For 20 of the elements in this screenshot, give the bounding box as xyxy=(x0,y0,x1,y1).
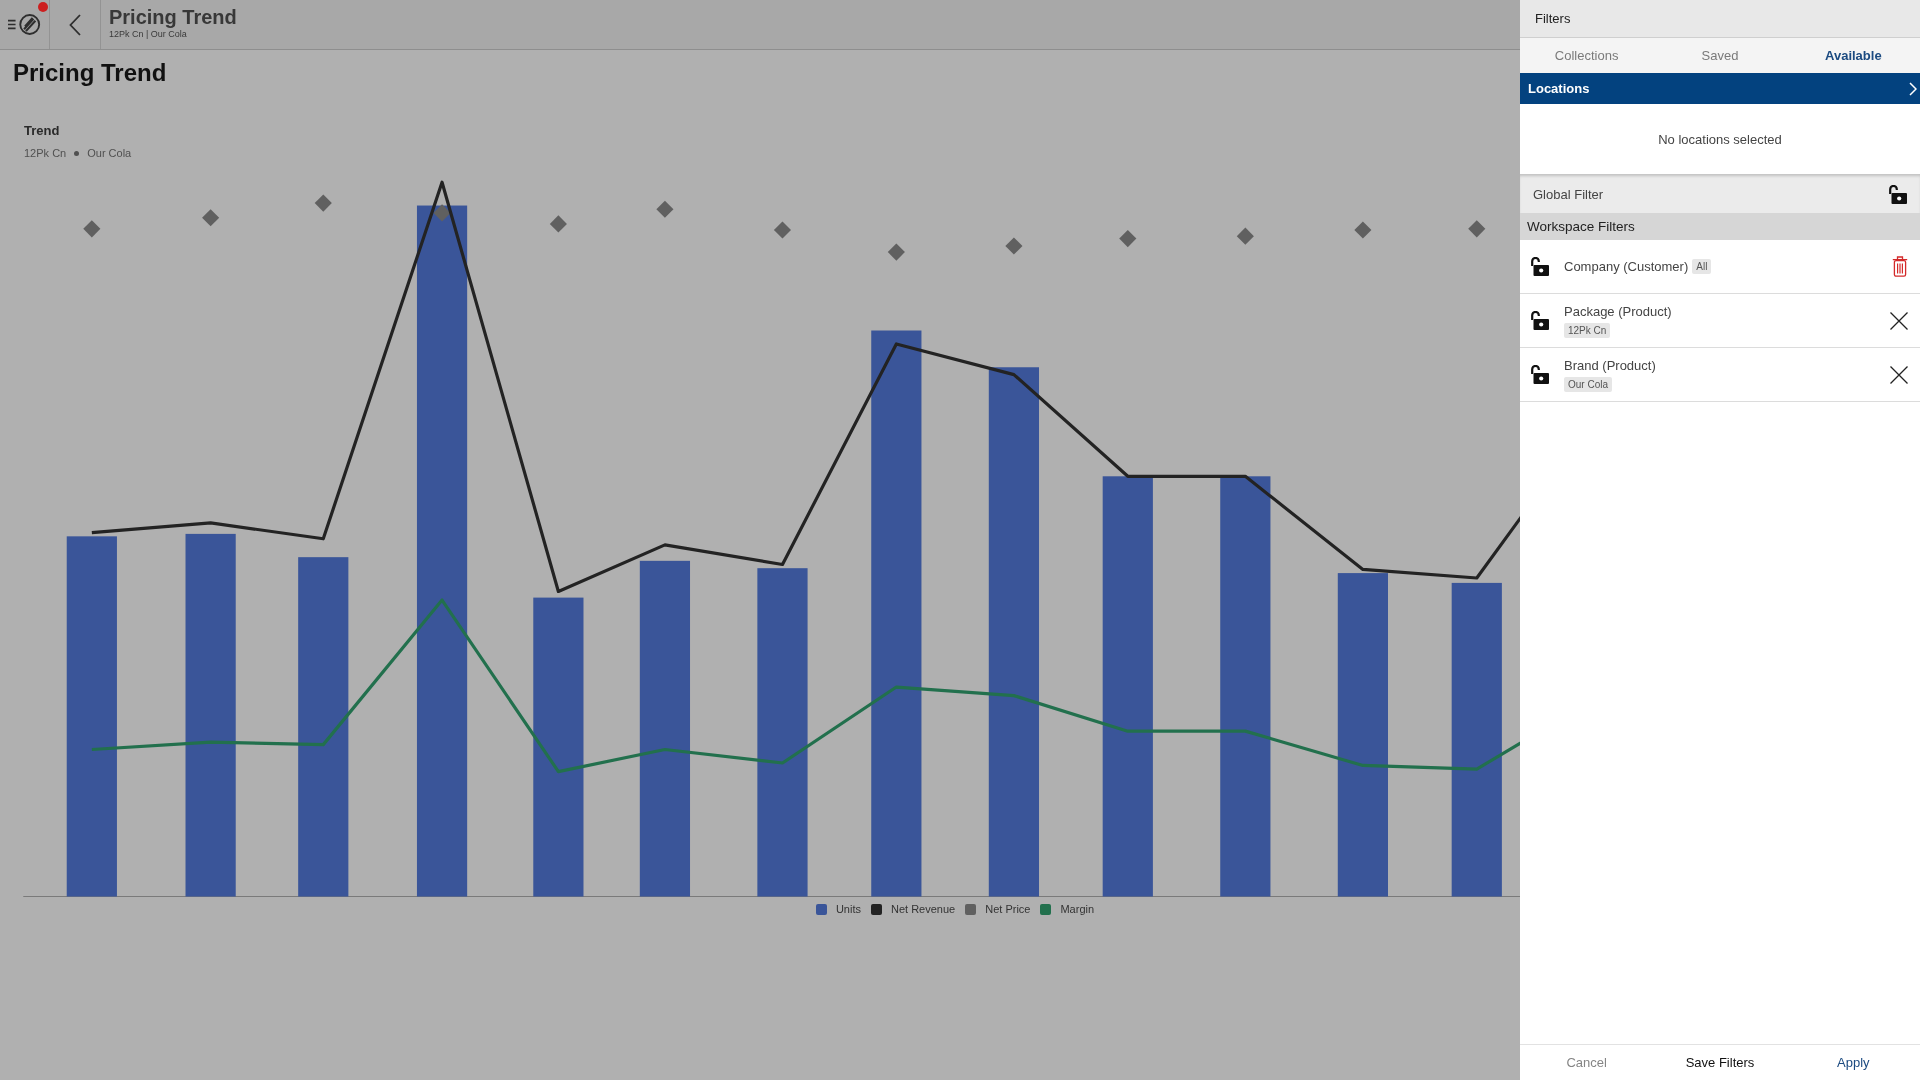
empty-message: No locations selected xyxy=(1658,131,1782,147)
legend-label: Net Revenue xyxy=(891,902,956,916)
panel-title: Filters xyxy=(1535,11,1571,26)
page-title: Pricing Trend xyxy=(13,59,167,87)
legend-label: Net Price xyxy=(985,902,1031,916)
chart-subtitle: 12Pk Cn xyxy=(24,146,67,160)
filter-name: Brand (Product) xyxy=(1564,357,1656,374)
chart-title: Trend xyxy=(24,123,60,139)
chart-subtitle: Our Cola xyxy=(87,146,132,160)
header-subtitle: 12Pk Cn | Our Cola xyxy=(109,28,188,40)
section-heading: Workspace Filters xyxy=(1527,219,1635,234)
value-chip: Our Cola xyxy=(1564,376,1612,392)
value-chip: All xyxy=(1692,259,1712,274)
legend-label: Margin xyxy=(1060,902,1095,916)
filter-name: Company (Customer) xyxy=(1564,258,1689,275)
header-title: Pricing Trend xyxy=(109,5,237,29)
global-filter-label: Global Filter xyxy=(1533,187,1604,202)
filter-name: Package (Product) xyxy=(1564,303,1672,320)
value-chip: 12Pk Cn xyxy=(1564,322,1611,338)
legend-label: Units xyxy=(835,902,861,916)
